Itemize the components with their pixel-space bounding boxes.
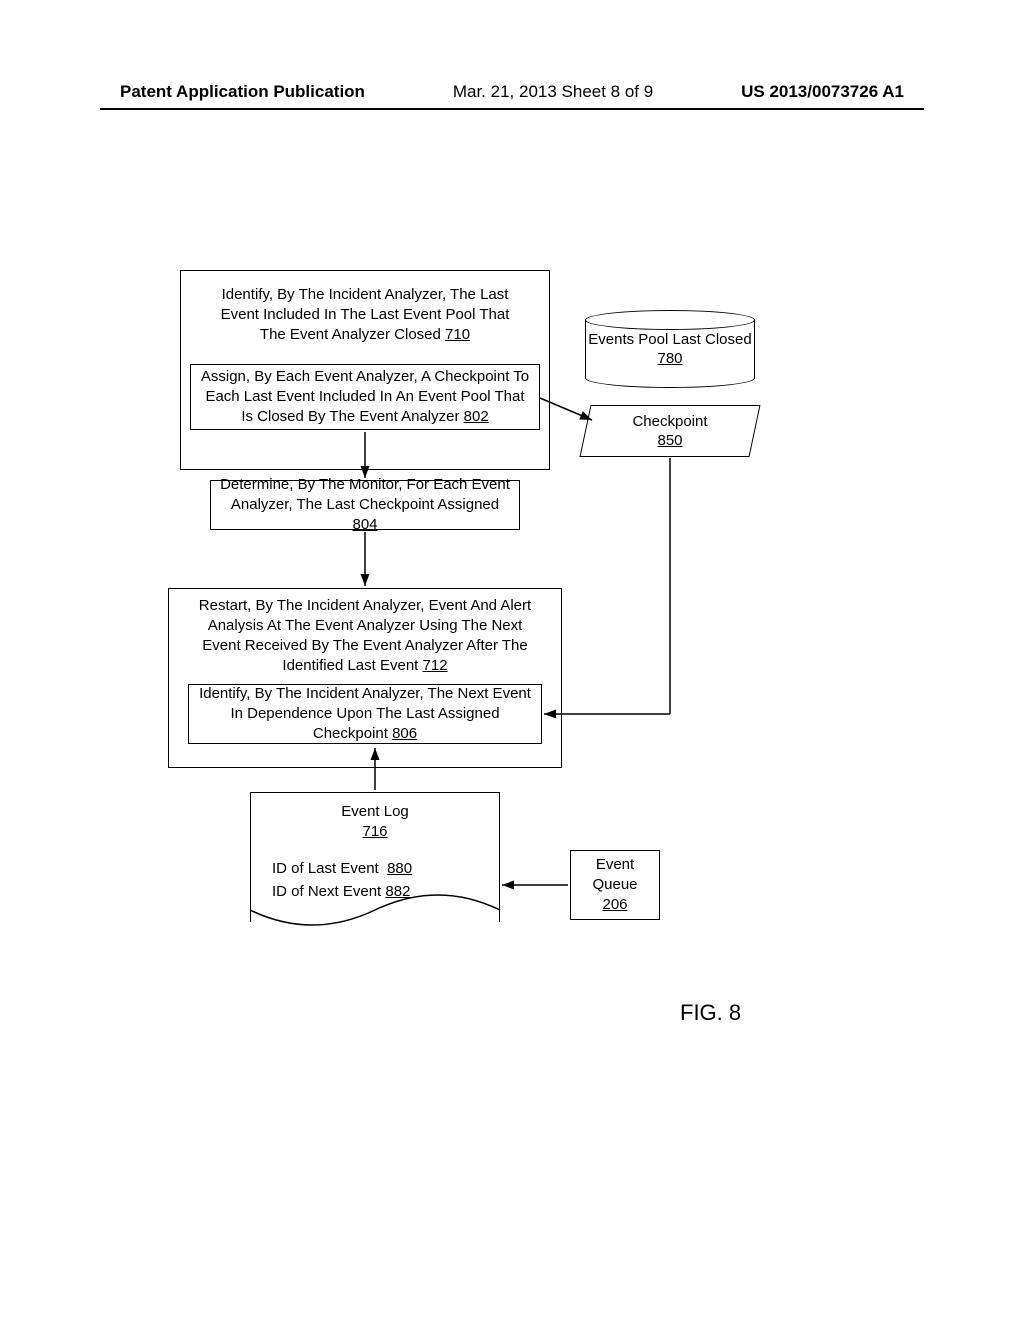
figure-label: FIG. 8 [680,1000,741,1026]
date-sheet: Mar. 21, 2013 Sheet 8 of 9 [453,82,653,102]
publication-label: Patent Application Publication [120,82,365,102]
step-710-text: Identify, By The Incident Analyzer, The … [208,285,522,346]
pool-label: Events Pool Last Closed [588,330,751,350]
checkpoint-data: Checkpoint 850 [585,405,755,457]
step-806: Identify, By The Incident Analyzer, The … [188,684,542,744]
page-header: Patent Application Publication Mar. 21, … [0,82,1024,102]
doc-content: Event Log 716 ID of Last Event 880 ID of… [250,792,500,922]
step-804: Determine, By The Monitor, For Each Even… [210,480,520,530]
checkpoint-label: Checkpoint [632,412,707,432]
step-802-text: Assign, By Each Event Analyzer, A Checkp… [199,367,531,428]
datastore-events-pool: Events Pool Last Closed 780 [585,310,755,388]
step-806-text: Identify, By The Incident Analyzer, The … [197,684,533,745]
doc-ref: 716 [250,820,500,844]
step-802: Assign, By Each Event Analyzer, A Checkp… [190,364,540,430]
event-log-document: Event Log 716 ID of Last Event 880 ID of… [250,792,500,922]
queue-ref: 206 [602,895,627,915]
checkpoint-ref: 850 [657,431,682,451]
doc-line2: ID of Next Event 882 [272,881,500,904]
step-712: Restart, By The Incident Analyzer, Event… [180,598,550,674]
header-rule [100,108,924,110]
cylinder-body: Events Pool Last Closed 780 [585,320,755,378]
queue-label: Event Queue [579,855,651,896]
doc-line1: ID of Last Event 880 [272,858,500,881]
step-710: Identify, By The Incident Analyzer, The … [200,280,530,350]
pool-ref: 780 [657,349,682,369]
event-queue: Event Queue 206 [570,850,660,920]
publication-number: US 2013/0073726 A1 [741,82,904,102]
doc-lines: ID of Last Event 880 ID of Next Event 88… [250,858,500,903]
step-804-text: Determine, By The Monitor, For Each Even… [219,475,511,536]
step-712-text: Restart, By The Incident Analyzer, Event… [188,596,542,677]
